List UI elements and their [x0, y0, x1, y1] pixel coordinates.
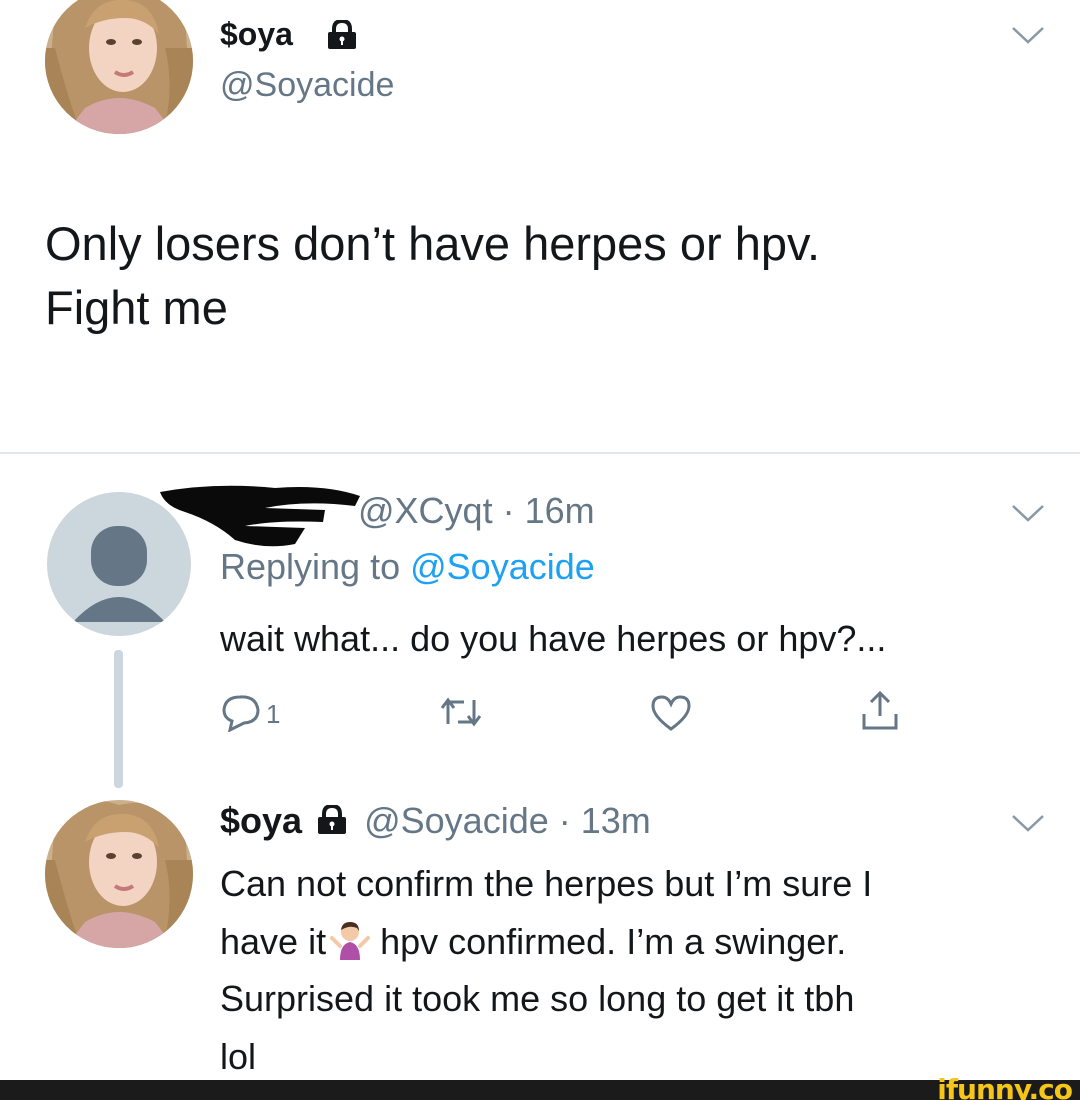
reply2-header: $oya @Soyacide · 13m [220, 800, 651, 842]
replying-label: Replying to [220, 546, 411, 587]
reply2-meta[interactable]: @Soyacide · 13m [364, 800, 651, 841]
reply-text: wait what... do you have herpes or hpv?.… [220, 618, 887, 659]
author-avatar[interactable] [45, 0, 193, 134]
reply2-text-line: have it hpv confirmed. I’m a swinger. [220, 913, 1060, 971]
reply2-text-line: Surprised it took me so long to get it t… [220, 978, 855, 1019]
reply2-text: Can not confirm the herpes but I’m sure … [220, 855, 1060, 1085]
comment-icon [220, 692, 264, 737]
reply-count: 1 [266, 699, 281, 729]
reply2-text-line: Can not confirm the herpes but I’m sure … [220, 863, 873, 904]
reply-action-button[interactable]: 1 [220, 692, 280, 737]
thread-line [114, 650, 123, 788]
tweet-text: Only losers don’t have herpes or hpv. Fi… [45, 212, 1045, 340]
reply-meta[interactable]: @XCyqt · 16m [358, 490, 595, 532]
tweet-text-line: Only losers don’t have herpes or hpv. [45, 217, 821, 270]
lock-icon [326, 18, 358, 55]
reply2-author-name[interactable]: $oya [220, 800, 302, 841]
retweet-icon [438, 694, 484, 735]
reply2-text-segment: hpv confirmed. I’m a swinger. [380, 920, 847, 962]
tweet-text-line: Fight me [45, 281, 228, 334]
author-name[interactable]: $oya [220, 16, 293, 53]
share-icon [860, 690, 900, 737]
lock-icon [316, 802, 348, 834]
woman-shrugging-emoji-icon [330, 919, 371, 960]
chevron-down-icon[interactable] [1010, 812, 1046, 839]
chevron-down-icon[interactable] [1010, 502, 1046, 529]
replying-mention-link[interactable]: @Soyacide [410, 546, 595, 587]
ifunny-watermark: ifunny.co [937, 1073, 1073, 1100]
heart-icon [650, 694, 692, 737]
chevron-down-icon[interactable] [1010, 24, 1046, 51]
replying-to: Replying to @Soyacide [220, 546, 595, 588]
reply2-text-segment: have it [220, 920, 327, 962]
author-handle[interactable]: @Soyacide [220, 66, 394, 105]
share-button[interactable] [860, 690, 900, 737]
retweet-button[interactable] [438, 694, 484, 735]
author-avatar[interactable] [45, 800, 193, 948]
reply2-text-line: lol [220, 1035, 257, 1077]
watermark-bar [0, 1080, 1080, 1100]
divider [0, 452, 1080, 454]
like-button[interactable] [650, 694, 692, 737]
